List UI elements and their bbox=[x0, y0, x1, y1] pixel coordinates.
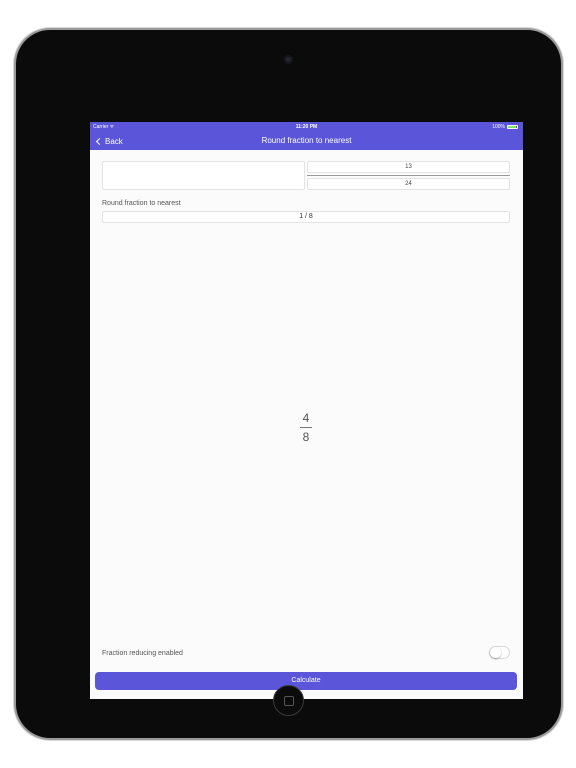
fraction-reducing-toggle[interactable] bbox=[489, 646, 510, 659]
app-screen: Carrier ᯤ 11:20 PM 100% Back Round fract… bbox=[90, 122, 523, 699]
result-fraction: 4 8 bbox=[296, 411, 316, 444]
navigation-bar: Carrier ᯤ 11:20 PM 100% Back Round fract… bbox=[90, 122, 523, 150]
status-time: 11:20 PM bbox=[295, 124, 318, 130]
round-to-select[interactable]: 1 / 8 bbox=[102, 211, 510, 223]
result-denominator: 8 bbox=[302, 430, 310, 444]
battery-percentage: 100% bbox=[492, 124, 505, 130]
denominator-input[interactable]: 24 bbox=[307, 178, 510, 190]
whole-number-input[interactable] bbox=[102, 161, 305, 190]
numerator-input[interactable]: 13 bbox=[307, 161, 510, 173]
result-numerator: 4 bbox=[302, 411, 310, 425]
status-bar: Carrier ᯤ 11:20 PM 100% bbox=[90, 124, 523, 132]
result-fraction-line bbox=[300, 427, 312, 428]
tablet-frame: Carrier ᯤ 11:20 PM 100% Back Round fract… bbox=[16, 30, 561, 738]
toggle-knob bbox=[490, 647, 501, 658]
calculate-button[interactable]: Calculate bbox=[95, 672, 517, 690]
home-square-icon bbox=[284, 696, 294, 706]
home-button[interactable] bbox=[273, 685, 304, 716]
fraction-reducing-label: Fraction reducing enabled bbox=[102, 650, 183, 657]
page-title: Round fraction to nearest bbox=[261, 136, 352, 145]
camera-icon bbox=[284, 55, 293, 64]
round-to-label: Round fraction to nearest bbox=[102, 200, 181, 207]
battery-icon bbox=[507, 125, 518, 129]
fraction-divider bbox=[307, 175, 510, 176]
